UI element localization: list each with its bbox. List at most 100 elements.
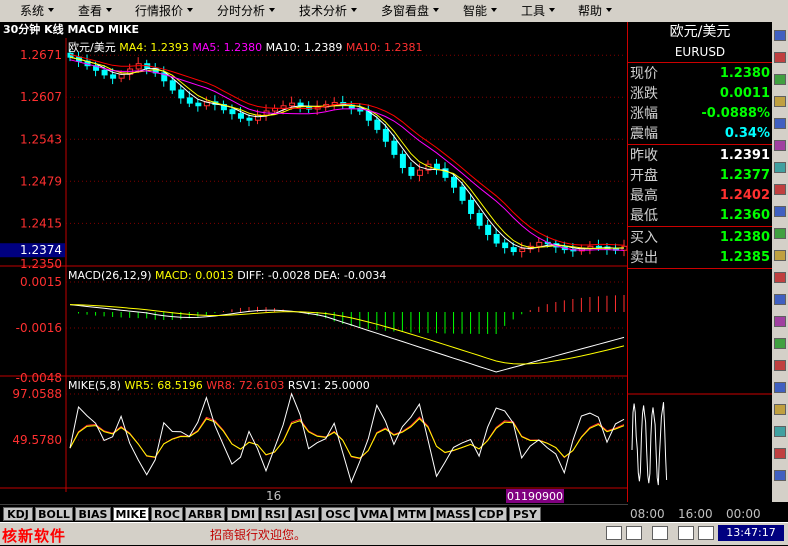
tab-dmi[interactable]: DMI xyxy=(227,507,259,521)
tool-button-icon[interactable] xyxy=(774,140,786,151)
candle-body xyxy=(476,212,483,226)
menu-item-3[interactable]: 分时分析 xyxy=(217,0,265,22)
candle-body xyxy=(195,102,202,107)
tool-button-icon[interactable] xyxy=(774,118,786,129)
quote-row: 最低 1.2360 xyxy=(628,206,772,226)
candle-body xyxy=(237,113,244,119)
tab-mtm[interactable]: MTM xyxy=(393,507,431,521)
tab-cdp[interactable]: CDP xyxy=(475,507,507,521)
mini-time-2: 00:00 xyxy=(726,507,761,521)
tab-vma[interactable]: VMA xyxy=(357,507,391,521)
quote-panel: 欧元/美元 EURUSD 现价 1.2380 涨跌 0.0011 涨幅 -0.0888% 震… xyxy=(627,22,772,521)
tool-button-icon[interactable] xyxy=(774,52,786,63)
app-logo: 核新软件 xyxy=(2,527,67,545)
sound-icon[interactable] xyxy=(626,526,642,540)
tool-button-icon[interactable] xyxy=(774,30,786,41)
menu-arrow-icon xyxy=(351,8,357,12)
menu-item-5[interactable]: 多窗看盘 xyxy=(381,0,429,22)
network-icon[interactable] xyxy=(652,526,668,540)
status-bar: 核新软件 招商银行欢迎您。 13:47:17 xyxy=(0,522,788,545)
tool-button-icon[interactable] xyxy=(774,426,786,437)
candle-body xyxy=(399,153,406,168)
candle-body xyxy=(408,166,415,176)
tool-button-icon[interactable] xyxy=(774,162,786,173)
candle-body xyxy=(186,97,193,104)
menu-item-1[interactable]: 查看 xyxy=(78,0,102,22)
tool-button-icon[interactable] xyxy=(774,74,786,85)
tab-bias[interactable]: BIAS xyxy=(75,507,111,521)
candle-body xyxy=(391,140,398,155)
tab-rsi[interactable]: RSI xyxy=(261,507,289,521)
quote-label: 最低 xyxy=(630,208,658,224)
menu-item-2[interactable]: 行情报价 xyxy=(135,0,183,22)
quote-value: 0.34% xyxy=(724,126,770,141)
tool-button-icon[interactable] xyxy=(774,360,786,371)
candle-body xyxy=(510,247,517,253)
candle-body xyxy=(374,119,381,130)
quote-value: -0.0888% xyxy=(701,106,770,121)
menu-item-4[interactable]: 技术分析 xyxy=(299,0,347,22)
tool-button-icon[interactable] xyxy=(774,184,786,195)
tab-asi[interactable]: ASI xyxy=(291,507,319,521)
quote-value: 0.0011 xyxy=(719,86,770,101)
quote-row: 开盘 1.2377 xyxy=(628,166,772,186)
tool-button-icon[interactable] xyxy=(774,96,786,107)
candle-body xyxy=(289,102,296,107)
quote-value: 1.2391 xyxy=(719,148,770,163)
quote-label: 涨跌 xyxy=(630,86,658,102)
tool-button-icon[interactable] xyxy=(774,382,786,393)
tool-button-icon[interactable] xyxy=(774,404,786,415)
tab-roc[interactable]: ROC xyxy=(151,507,183,521)
menu-item-7[interactable]: 工具 xyxy=(521,0,545,22)
quote-value: 1.2380 xyxy=(719,230,770,245)
quote-value: 1.2360 xyxy=(719,208,770,223)
quote-row: 买入 1.2380 xyxy=(628,228,772,248)
tab-mike[interactable]: MIKE xyxy=(113,507,149,521)
quote-separator xyxy=(628,268,772,269)
tool-button-icon[interactable] xyxy=(774,228,786,239)
mike-tick-label: 97.0588 xyxy=(12,387,62,401)
chart-area[interactable]: 1.2671 1.2607 1.2543 1.2479 1.2415 1.23501.23… xyxy=(0,22,628,504)
mini-time-1: 16:00 xyxy=(678,507,713,521)
quote-row: 震幅 0.34% xyxy=(628,124,772,144)
candle-body xyxy=(493,233,500,244)
macd-legend: MACD(26,12,9) MACD: 0.0013 DIFF: -0.0028… xyxy=(68,269,386,282)
tool-button-icon[interactable] xyxy=(774,316,786,327)
price-tick-label: 1.2350 xyxy=(20,257,62,271)
menu-item-8[interactable]: 帮助 xyxy=(578,0,602,22)
quote-label: 现价 xyxy=(630,66,658,82)
tool-button-icon[interactable] xyxy=(774,338,786,349)
mike-legend: MIKE(5,8) WR5: 68.5196 WR8: 72.6103 RSV1… xyxy=(68,379,370,392)
candle-body xyxy=(229,109,236,115)
candle-body xyxy=(451,176,458,188)
menu-arrow-icon xyxy=(269,8,275,12)
macd-tick-label: 0.0015 xyxy=(20,275,62,289)
lock-icon[interactable] xyxy=(698,526,714,540)
tool-button-icon[interactable] xyxy=(774,294,786,305)
chart-title: 30分钟 K线 MACD MIKE xyxy=(0,22,628,38)
quote-label: 震幅 xyxy=(630,126,658,142)
menu-item-0[interactable]: 系统 xyxy=(20,0,44,22)
tool-button-icon[interactable] xyxy=(774,272,786,283)
tab-arbr[interactable]: ARBR xyxy=(185,507,225,521)
tab-psy[interactable]: PSY xyxy=(509,507,541,521)
tab-boll[interactable]: BOLL xyxy=(35,507,73,521)
tab-kdj[interactable]: KDJ xyxy=(3,507,33,521)
tool-button-icon[interactable] xyxy=(774,250,786,261)
tab-mass[interactable]: MASS xyxy=(433,507,473,521)
menu-item-6[interactable]: 智能 xyxy=(463,0,487,22)
current-price-label: 1.2374 xyxy=(20,243,62,257)
quote-row: 最高 1.2402 xyxy=(628,186,772,206)
candle-body xyxy=(536,241,543,247)
tool-strip xyxy=(772,22,788,502)
menu-arrow-icon xyxy=(433,8,439,12)
candle-body xyxy=(459,186,466,201)
candle-body xyxy=(485,224,492,235)
candle-body xyxy=(169,80,176,91)
window-icon[interactable] xyxy=(678,526,694,540)
tool-button-icon[interactable] xyxy=(774,448,786,459)
tool-button-icon[interactable] xyxy=(774,470,786,481)
tab-osc[interactable]: OSC xyxy=(321,507,355,521)
tool-button-icon[interactable] xyxy=(774,206,786,217)
monitor-icon[interactable] xyxy=(606,526,622,540)
